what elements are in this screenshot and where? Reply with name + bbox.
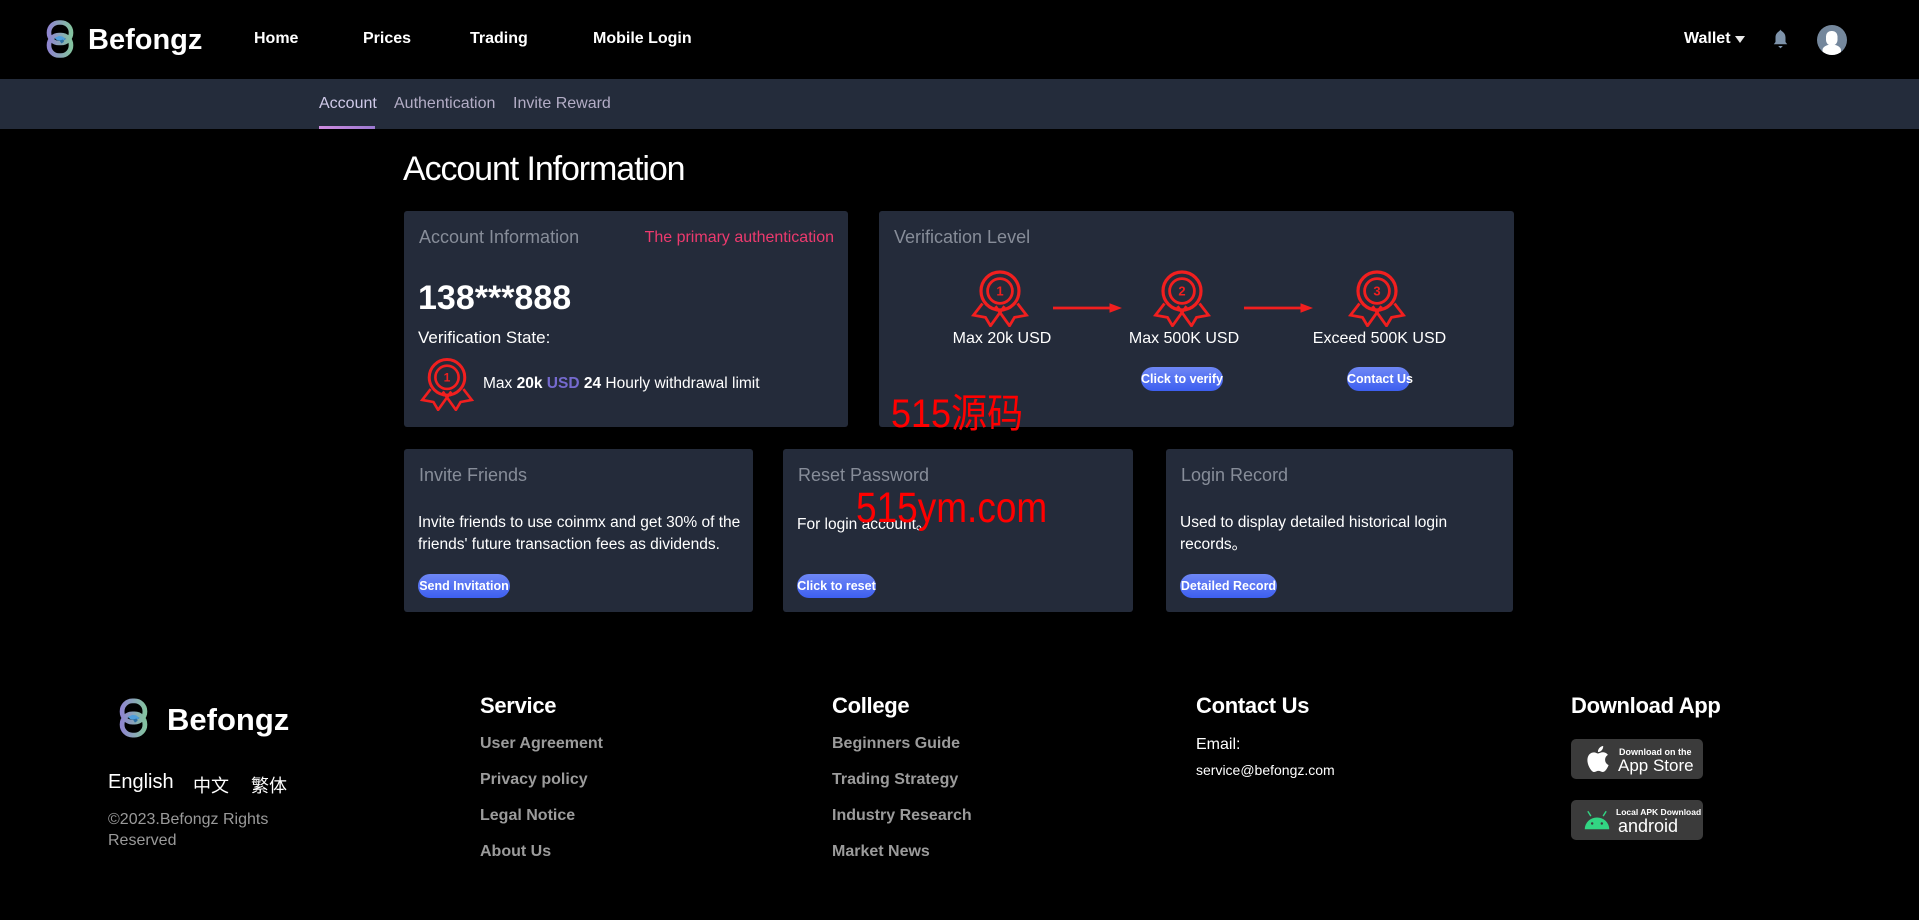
svg-text:1: 1 xyxy=(996,284,1003,299)
svg-text:3: 3 xyxy=(1373,284,1380,299)
svg-text:1: 1 xyxy=(444,371,451,385)
svg-text:2: 2 xyxy=(1178,284,1185,299)
